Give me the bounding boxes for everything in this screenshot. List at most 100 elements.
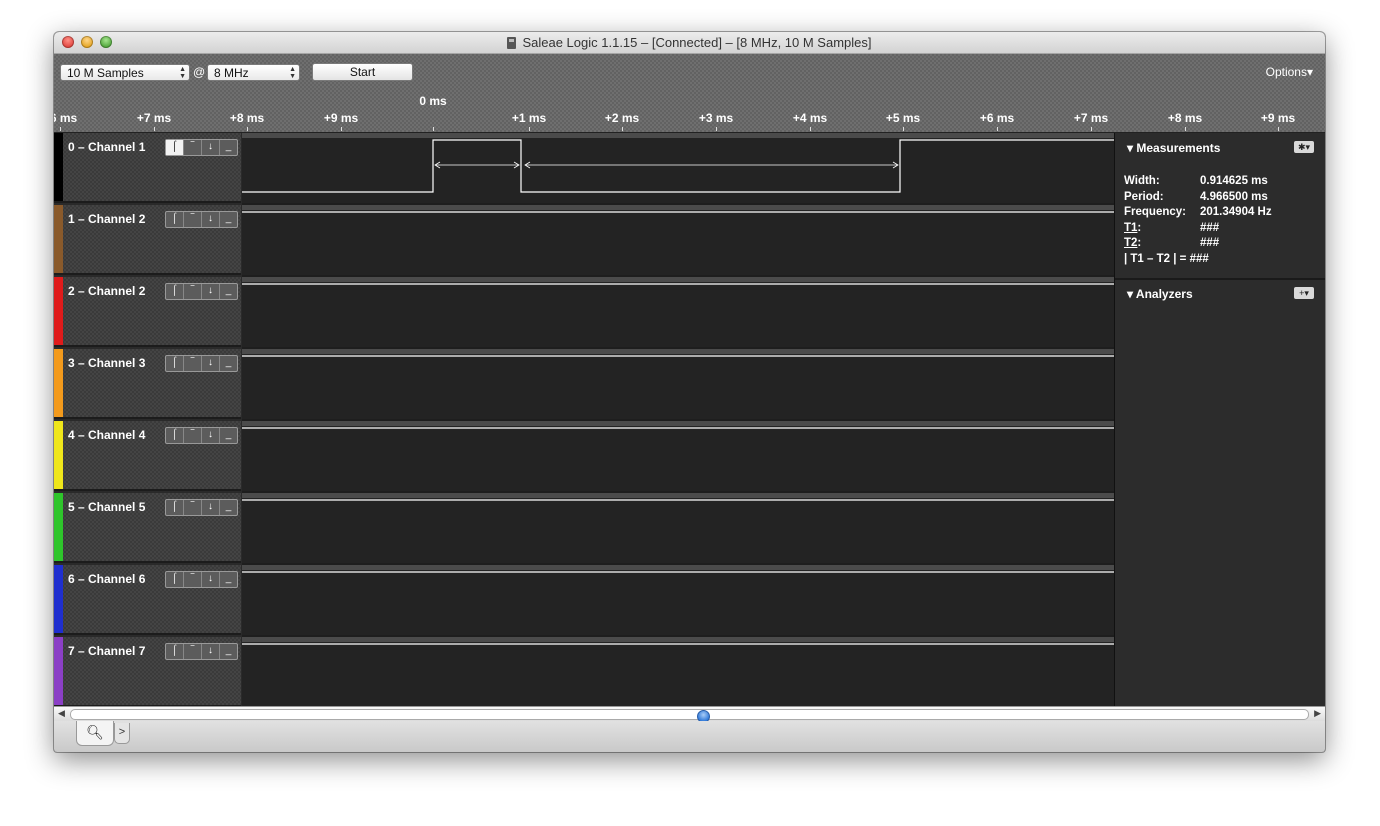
sample-rate-select[interactable]: 8 MHz ▲ ▼ <box>207 64 300 81</box>
close-window-button[interactable] <box>62 36 74 48</box>
scroll-right-arrow-icon[interactable]: ▶ <box>1314 708 1321 719</box>
period-value: 4.966500 ms <box>1200 190 1268 203</box>
trigger-selector[interactable]: ⌠ ‾ ↓ _ <box>165 283 238 300</box>
channel-name[interactable]: 1 – Channel 2 <box>68 212 145 226</box>
timeline-tick-mark <box>1091 127 1092 131</box>
timeline-tick: +3 ms <box>698 111 734 125</box>
scroll-left-arrow-icon[interactable]: ◀ <box>58 708 65 719</box>
falling-edge-icon[interactable]: ↓ <box>202 212 220 227</box>
t2-link[interactable]: T2 <box>1124 237 1137 249</box>
window-title: Saleae Logic 1.1.15 – [Connected] – [8 M… <box>522 35 872 50</box>
rising-edge-icon[interactable]: ⌠ <box>166 572 184 587</box>
rising-edge-icon[interactable]: ⌠ <box>166 140 184 155</box>
channel-row[interactable]: 1 – Channel 2 ⌠ ‾ ↓ _ <box>54 205 241 275</box>
low-level-icon[interactable]: _ <box>220 644 237 659</box>
rising-edge-icon[interactable]: ⌠ <box>166 644 184 659</box>
channel-name[interactable]: 4 – Channel 4 <box>68 428 145 442</box>
channel-row[interactable]: 7 – Channel 7 ⌠ ‾ ↓ _ <box>54 637 241 707</box>
channel-0-trace <box>242 139 1114 193</box>
rising-edge-icon[interactable]: ⌠ <box>166 356 184 371</box>
trigger-selector[interactable]: ⌠ ‾ ↓ _ <box>165 139 238 156</box>
trigger-selector[interactable]: ⌠ ‾ ↓ _ <box>165 355 238 372</box>
trigger-selector[interactable]: ⌠ ‾ ↓ _ <box>165 211 238 228</box>
channel-row[interactable]: 2 – Channel 2 ⌠ ‾ ↓ _ <box>54 277 241 347</box>
t1-t2-diff-label: | T1 – T2 | = <box>1124 252 1187 265</box>
trigger-selector[interactable]: ⌠ ‾ ↓ _ <box>165 643 238 660</box>
measurements-header[interactable]: ▾ Measurements <box>1127 141 1220 155</box>
timeline-tick: +6 ms <box>54 111 78 125</box>
rising-edge-icon[interactable]: ⌠ <box>166 212 184 227</box>
scroll-track[interactable] <box>70 709 1309 723</box>
channel-row[interactable]: 5 – Channel 5 ⌠ ‾ ↓ _ <box>54 493 241 563</box>
channel-row[interactable]: 6 – Channel 6 ⌠ ‾ ↓ _ <box>54 565 241 635</box>
falling-edge-icon[interactable]: ↓ <box>202 428 220 443</box>
measurements-header-label: Measurements <box>1136 141 1221 155</box>
falling-edge-icon[interactable]: ↓ <box>202 572 220 587</box>
high-level-icon[interactable]: ‾ <box>184 644 202 659</box>
expand-tab[interactable]: > <box>114 723 130 744</box>
title-bar: Saleae Logic 1.1.15 – [Connected] – [8 M… <box>54 32 1325 54</box>
timeline-tick-mark <box>1185 127 1186 131</box>
trigger-selector[interactable]: ⌠ ‾ ↓ _ <box>165 427 238 444</box>
bottom-tab-bar: 🔍︎ > <box>54 721 1325 752</box>
high-level-icon[interactable]: ‾ <box>184 212 202 227</box>
samples-select-value: 10 M Samples <box>67 66 144 80</box>
falling-edge-icon[interactable]: ↓ <box>202 284 220 299</box>
channel-name[interactable]: 3 – Channel 3 <box>68 356 145 370</box>
rising-edge-icon[interactable]: ⌠ <box>166 284 184 299</box>
low-level-icon[interactable]: _ <box>220 500 237 515</box>
channel-name[interactable]: 2 – Channel 2 <box>68 284 145 298</box>
at-label: @ <box>193 65 206 79</box>
zero-time-marker <box>433 127 434 131</box>
falling-edge-icon[interactable]: ↓ <box>202 500 220 515</box>
start-button[interactable]: Start <box>312 63 413 81</box>
high-level-icon[interactable]: ‾ <box>184 572 202 587</box>
low-level-icon[interactable]: _ <box>220 284 237 299</box>
horizontal-scrollbar[interactable]: ◀ ▶ <box>54 706 1325 723</box>
high-level-icon[interactable]: ‾ <box>184 500 202 515</box>
waveform-area[interactable] <box>242 133 1114 707</box>
rising-edge-icon[interactable]: ⌠ <box>166 428 184 443</box>
timeline-tick-mark <box>154 127 155 131</box>
falling-edge-icon[interactable]: ↓ <box>202 140 220 155</box>
minimize-window-button[interactable] <box>81 36 93 48</box>
analyzers-header[interactable]: ▾ Analyzers <box>1127 287 1193 301</box>
options-menu[interactable]: Options▾ <box>1266 65 1313 79</box>
search-tab[interactable]: 🔍︎ <box>76 721 114 746</box>
low-level-icon[interactable]: _ <box>220 140 237 155</box>
add-analyzer-button[interactable]: +▾ <box>1294 287 1314 299</box>
select-arrows-icon: ▲ ▼ <box>289 66 296 80</box>
samples-select[interactable]: 10 M Samples ▲ ▼ <box>60 64 190 81</box>
channel-row[interactable]: 3 – Channel 3 ⌠ ‾ ↓ _ <box>54 349 241 419</box>
trigger-selector[interactable]: ⌠ ‾ ↓ _ <box>165 571 238 588</box>
timeline-tick-mark <box>903 127 904 131</box>
measurements-gear-button[interactable]: ✱▾ <box>1294 141 1314 153</box>
channel-row[interactable]: 4 – Channel 4 ⌠ ‾ ↓ _ <box>54 421 241 491</box>
channel-name[interactable]: 7 – Channel 7 <box>68 644 145 658</box>
trigger-selector[interactable]: ⌠ ‾ ↓ _ <box>165 499 238 516</box>
channel-name[interactable]: 6 – Channel 6 <box>68 572 145 586</box>
falling-edge-icon[interactable]: ↓ <box>202 644 220 659</box>
channel-row[interactable]: 0 – Channel 1 ⌠ ‾ ↓ _ <box>54 133 241 203</box>
low-level-icon[interactable]: _ <box>220 212 237 227</box>
high-level-icon[interactable]: ‾ <box>184 356 202 371</box>
high-level-icon[interactable]: ‾ <box>184 284 202 299</box>
channel-color-swatch <box>54 205 63 273</box>
channel-name[interactable]: 5 – Channel 5 <box>68 500 145 514</box>
app-window: Saleae Logic 1.1.15 – [Connected] – [8 M… <box>54 32 1325 752</box>
t1-link[interactable]: T1 <box>1124 222 1137 234</box>
high-level-icon[interactable]: ‾ <box>184 140 202 155</box>
timeline-tick-mark <box>529 127 530 131</box>
low-level-icon[interactable]: _ <box>220 428 237 443</box>
falling-edge-icon[interactable]: ↓ <box>202 356 220 371</box>
high-level-icon[interactable]: ‾ <box>184 428 202 443</box>
saleae-app-icon <box>507 36 517 49</box>
channel-color-swatch <box>54 349 63 417</box>
channel-name[interactable]: 0 – Channel 1 <box>68 140 145 154</box>
low-level-icon[interactable]: _ <box>220 572 237 587</box>
rising-edge-icon[interactable]: ⌠ <box>166 500 184 515</box>
timeline-tick: +2 ms <box>604 111 640 125</box>
low-level-icon[interactable]: _ <box>220 356 237 371</box>
width-value: 0.914625 ms <box>1200 175 1268 187</box>
zoom-window-button[interactable] <box>100 36 112 48</box>
